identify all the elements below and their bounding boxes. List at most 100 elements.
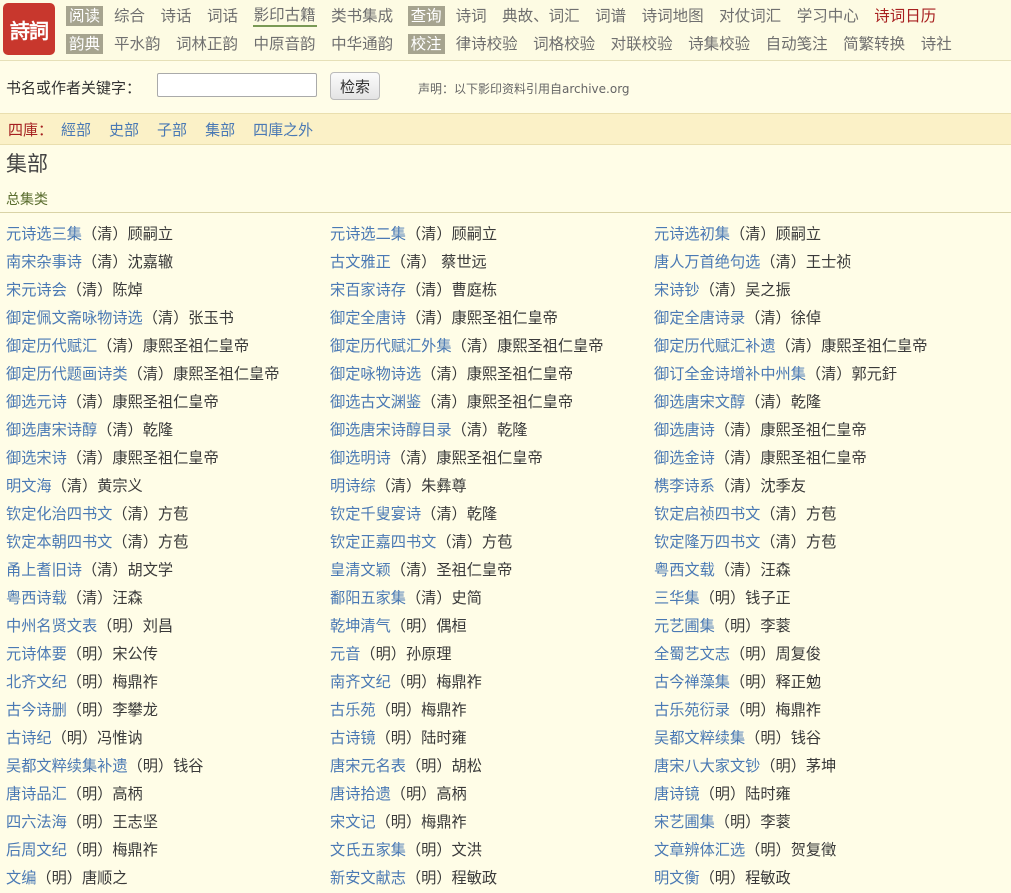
nav-link[interactable]: 影印古籍	[252, 5, 317, 27]
book-title-link[interactable]: 御选唐宋文醇	[654, 393, 745, 411]
book-title-link[interactable]: 后周文纪	[6, 841, 67, 859]
book-title-link[interactable]: 御选唐诗	[654, 421, 715, 439]
book-title-link[interactable]: 古乐苑	[330, 701, 376, 719]
book-title-link[interactable]: 宋艺圃集	[654, 813, 715, 831]
siku-link-ji[interactable]: 集部	[205, 119, 235, 140]
nav-link[interactable]: 平水韵	[113, 34, 162, 54]
book-title-link[interactable]: 御选金诗	[654, 449, 715, 467]
search-button[interactable]: 检索	[330, 72, 380, 100]
book-title-link[interactable]: 南宋杂事诗	[6, 253, 82, 271]
book-title-link[interactable]: 文氏五家集	[330, 841, 406, 859]
book-title-link[interactable]: 甬上耆旧诗	[6, 561, 82, 579]
nav-link[interactable]: 简繁转换	[842, 34, 906, 54]
book-title-link[interactable]: 三华集	[654, 589, 700, 607]
search-input[interactable]	[157, 73, 317, 97]
nav-link[interactable]: 自动笺注	[765, 34, 829, 54]
book-title-link[interactable]: 御选宋诗	[6, 449, 67, 467]
book-title-link[interactable]: 宋诗钞	[654, 281, 700, 299]
nav-link[interactable]: 词谱	[594, 6, 627, 26]
book-title-link[interactable]: 唐诗品汇	[6, 785, 67, 803]
nav-link[interactable]: 词话	[206, 6, 239, 26]
book-title-link[interactable]: 粤西诗载	[6, 589, 67, 607]
book-title-link[interactable]: 御选元诗	[6, 393, 67, 411]
book-title-link[interactable]: 元诗选二集	[330, 225, 406, 243]
siku-link-zi[interactable]: 子部	[157, 119, 187, 140]
book-title-link[interactable]: 御定历代赋汇外集	[330, 337, 452, 355]
nav-link[interactable]: 中华通韵	[330, 34, 394, 54]
book-title-link[interactable]: 古今禅藻集	[654, 673, 730, 691]
book-title-link[interactable]: 宋文记	[330, 813, 376, 831]
book-title-link[interactable]: 御定历代赋汇补遗	[654, 337, 776, 355]
book-title-link[interactable]: 元诗选三集	[6, 225, 82, 243]
book-title-link[interactable]: 唐宋八大家文钞	[654, 757, 760, 775]
book-title-link[interactable]: 御选唐宋诗醇	[6, 421, 97, 439]
book-title-link[interactable]: 唐宋元名表	[330, 757, 406, 775]
book-title-link[interactable]: 御定全唐诗录	[654, 309, 745, 327]
book-title-link[interactable]: 明文海	[6, 477, 52, 495]
nav-link[interactable]: 诗话	[160, 6, 193, 26]
siku-link-other[interactable]: 四庫之外	[253, 119, 313, 140]
book-title-link[interactable]: 吴都文粹续集	[654, 729, 745, 747]
book-title-link[interactable]: 明诗综	[330, 477, 376, 495]
book-title-link[interactable]: 元音	[330, 645, 360, 663]
book-title-link[interactable]: 御定历代赋汇	[6, 337, 97, 355]
nav-link[interactable]: 对联校验	[610, 34, 674, 54]
book-title-link[interactable]: 文章辨体汇选	[654, 841, 745, 859]
book-title-link[interactable]: 御定咏物诗选	[330, 365, 421, 383]
book-title-link[interactable]: 粤西文载	[654, 561, 715, 579]
nav-link[interactable]: 诗集校验	[687, 34, 751, 54]
book-title-link[interactable]: 钦定化治四书文	[6, 505, 112, 523]
book-title-link[interactable]: 新安文献志	[330, 869, 406, 887]
book-title-link[interactable]: 御选唐宋诗醇目录	[330, 421, 452, 439]
book-title-link[interactable]: 古乐苑衍录	[654, 701, 730, 719]
nav-link[interactable]: 律诗校验	[455, 34, 519, 54]
book-title-link[interactable]: 南齐文纪	[330, 673, 391, 691]
book-title-link[interactable]: 四六法海	[6, 813, 67, 831]
book-title-link[interactable]: 宋元诗会	[6, 281, 67, 299]
book-title-link[interactable]: 御选明诗	[330, 449, 391, 467]
nav-link[interactable]: 中原音韵	[253, 34, 317, 54]
siku-link-shi[interactable]: 史部	[109, 119, 139, 140]
nav-link[interactable]: 诗词地图	[641, 6, 705, 26]
book-title-link[interactable]: 鄱阳五家集	[330, 589, 406, 607]
site-logo[interactable]: 詩詞	[3, 3, 55, 55]
nav-link[interactable]: 综合	[113, 6, 146, 26]
nav-link[interactable]: 典故、词汇	[501, 6, 581, 26]
book-title-link[interactable]: 北齐文纪	[6, 673, 67, 691]
nav-link[interactable]: 学习中心	[796, 6, 860, 26]
book-title-link[interactable]: 皇清文颖	[330, 561, 391, 579]
book-title-link[interactable]: 御定佩文斋咏物诗选	[6, 309, 143, 327]
book-title-link[interactable]: 钦定千叟宴诗	[330, 505, 421, 523]
book-title-link[interactable]: 唐诗拾遗	[330, 785, 391, 803]
book-title-link[interactable]: 唐诗镜	[654, 785, 700, 803]
book-title-link[interactable]: 宋百家诗存	[330, 281, 406, 299]
nav-link[interactable]: 类书集成	[330, 6, 394, 26]
book-title-link[interactable]: 唐人万首绝句选	[654, 253, 760, 271]
book-title-link[interactable]: 明文衡	[654, 869, 700, 887]
siku-link-jing[interactable]: 經部	[61, 119, 91, 140]
book-title-link[interactable]: 古今诗删	[6, 701, 67, 719]
nav-link[interactable]: 对仗词汇	[718, 6, 782, 26]
book-title-link[interactable]: 钦定隆万四书文	[654, 533, 760, 551]
book-title-link[interactable]: 乾坤清气	[330, 617, 391, 635]
book-title-link[interactable]: 古诗纪	[6, 729, 52, 747]
book-title-link[interactable]: 钦定本朝四书文	[6, 533, 112, 551]
book-title-link[interactable]: 古文雅正	[330, 253, 391, 271]
nav-link[interactable]: 词格校验	[532, 34, 596, 54]
book-title-link[interactable]: 中州名贤文表	[6, 617, 97, 635]
book-title-link[interactable]: 元诗体要	[6, 645, 67, 663]
book-title-link[interactable]: 钦定正嘉四书文	[330, 533, 436, 551]
book-title-link[interactable]: 御订全金诗增补中州集	[654, 365, 806, 383]
book-title-link[interactable]: 元诗选初集	[654, 225, 730, 243]
nav-link[interactable]: 诗社	[920, 34, 953, 54]
book-title-link[interactable]: 元艺圃集	[654, 617, 715, 635]
book-title-link[interactable]: 御选古文渊鉴	[330, 393, 421, 411]
book-title-link[interactable]: 槜李诗系	[654, 477, 715, 495]
book-title-link[interactable]: 古诗镜	[330, 729, 376, 747]
nav-link[interactable]: 诗词	[455, 6, 488, 26]
book-title-link[interactable]: 全蜀艺文志	[654, 645, 730, 663]
book-title-link[interactable]: 文编	[6, 869, 36, 887]
nav-link[interactable]: 诗词日历	[873, 6, 937, 26]
book-title-link[interactable]: 钦定启祯四书文	[654, 505, 760, 523]
book-title-link[interactable]: 御定全唐诗	[330, 309, 406, 327]
